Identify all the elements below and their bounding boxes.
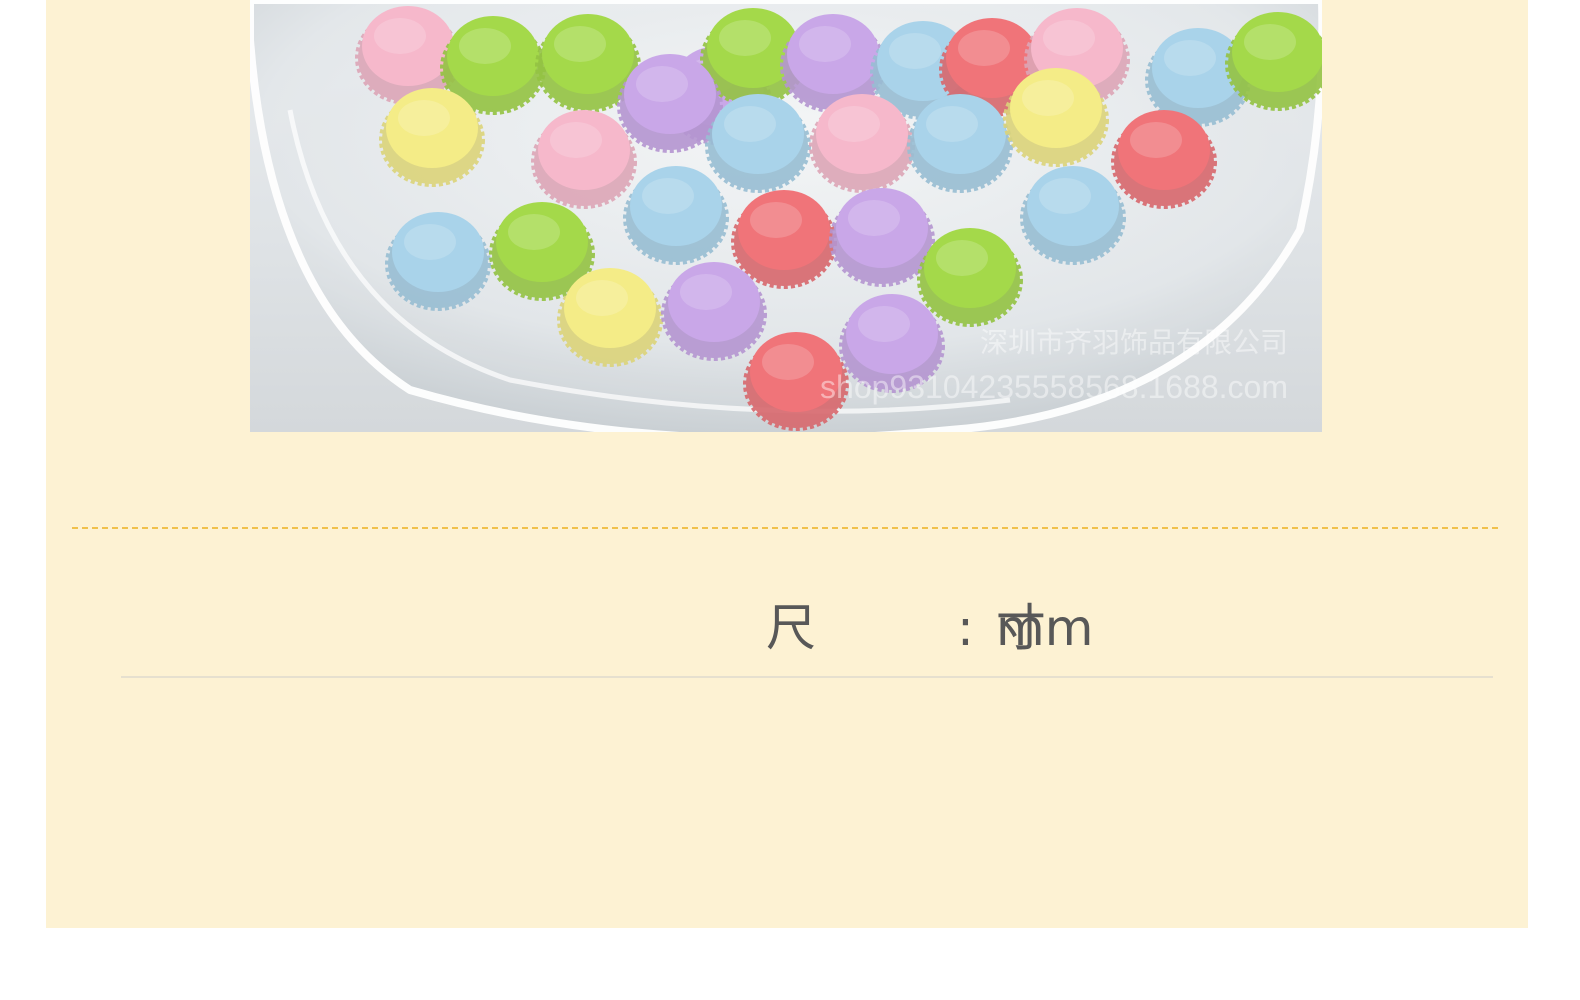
bead	[379, 88, 485, 187]
section-divider-dashed	[72, 527, 1498, 529]
size-colon: :	[957, 599, 974, 657]
watermark-company: 深圳市齐羽饰品有限公司	[980, 327, 1288, 358]
bead	[385, 212, 491, 311]
section-divider-solid	[121, 676, 1493, 678]
product-detail-panel: 深圳市齐羽饰品有限公司 shop93104235558568.1688.com …	[46, 0, 1528, 928]
product-photo-image: 深圳市齐羽饰品有限公司 shop93104235558568.1688.com	[250, 0, 1322, 432]
bead	[917, 228, 1023, 327]
bead	[907, 94, 1013, 193]
size-spec-row: 尺 寸 : mm	[46, 590, 1528, 670]
bead	[829, 188, 935, 287]
bead	[705, 94, 811, 193]
bead	[1111, 110, 1217, 209]
bead	[531, 110, 637, 209]
size-unit: mm	[996, 599, 1094, 657]
watermark-url: shop93104235558568.1688.com	[820, 369, 1288, 405]
bead	[617, 54, 723, 153]
bead	[661, 262, 767, 361]
bead	[557, 268, 663, 367]
bead	[1003, 68, 1109, 167]
bead	[1020, 166, 1126, 265]
product-photo: 深圳市齐羽饰品有限公司 shop93104235558568.1688.com	[250, 0, 1322, 432]
bead	[623, 166, 729, 265]
bead	[809, 94, 915, 193]
bead	[731, 190, 837, 289]
